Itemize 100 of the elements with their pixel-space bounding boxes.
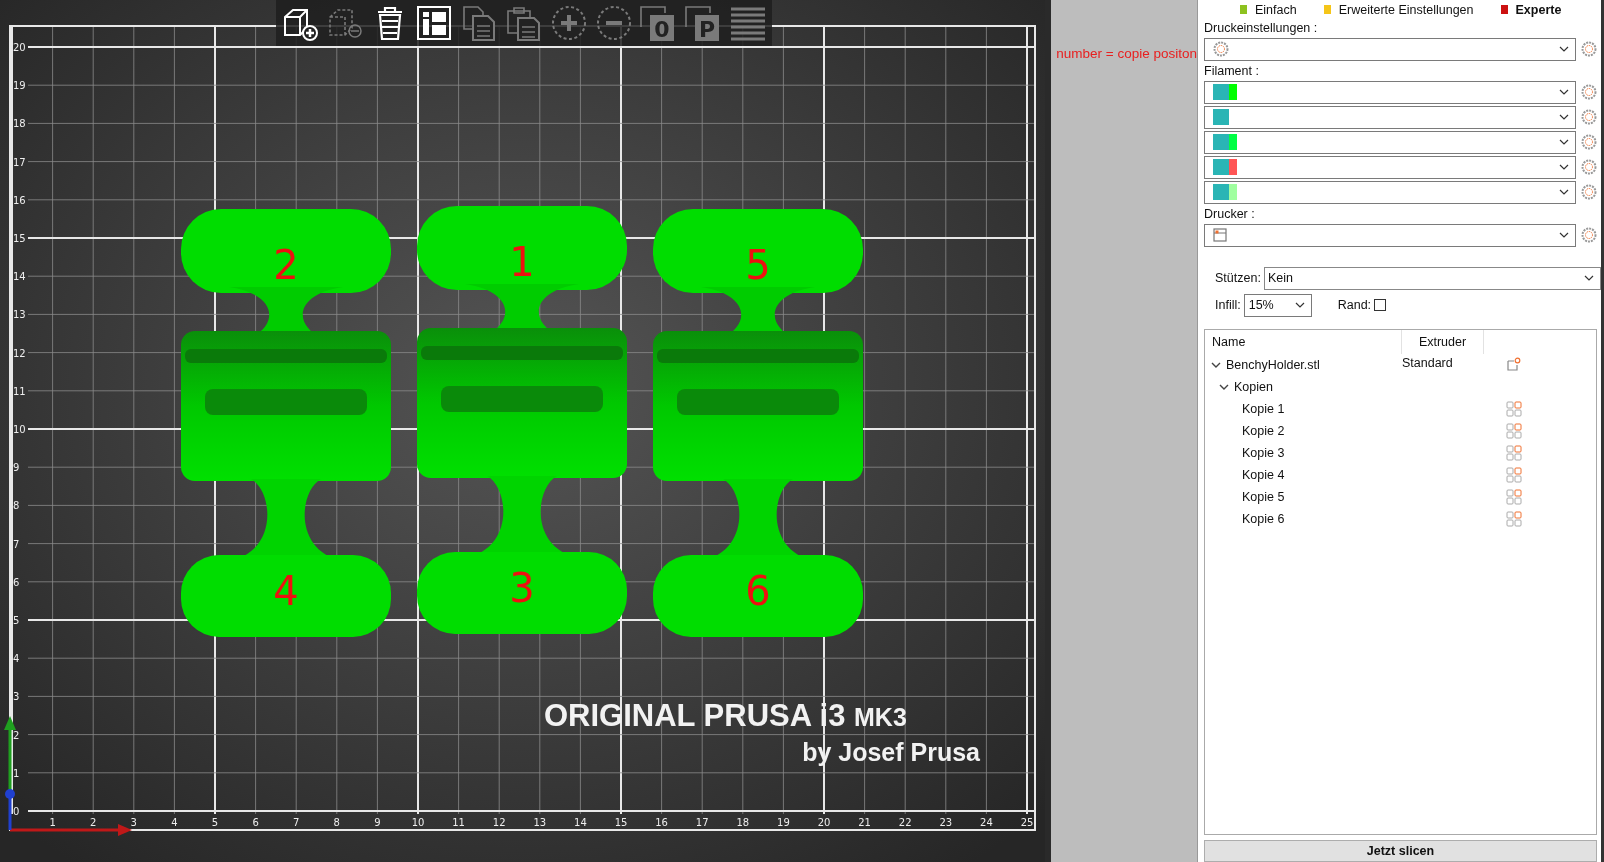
axis-label: 2 (90, 817, 97, 828)
field-label: Drucker : (1204, 206, 1256, 222)
filament-dropdown[interactable] (1204, 180, 1576, 204)
axis-label: 11 (13, 385, 26, 397)
copies-icon (1506, 400, 1522, 417)
axis-label: 3 (13, 691, 20, 703)
brim-checkbox[interactable] (1374, 299, 1387, 312)
axis-label: 18 (736, 817, 750, 828)
axis-label: 12 (492, 817, 506, 828)
chevron-icon (1583, 275, 1594, 282)
axis-label: 10 (411, 817, 425, 828)
axis-label: 19 (13, 80, 26, 92)
axis-label: 17 (13, 156, 26, 168)
axis-label: 13 (13, 309, 26, 321)
axis-label: 15 (614, 817, 628, 828)
copies-icon (1506, 488, 1522, 505)
field-label: Stützen: (1215, 271, 1261, 286)
axis-label: 10 (13, 424, 26, 435)
axis-label: 16 (13, 194, 26, 206)
chevron-icon (1559, 139, 1569, 146)
copy-number: 2 (273, 242, 299, 288)
axis-label: 2 (13, 729, 20, 741)
supports-dropdown[interactable]: Kein (1263, 266, 1601, 290)
tree-item[interactable]: Kopie 6 (1242, 511, 1285, 526)
chevron-icon (1559, 46, 1569, 53)
tree-item[interactable]: BenchyHolder.stl (1226, 357, 1320, 372)
print-settings-dropdown[interactable] (1204, 37, 1576, 61)
tree-item[interactable]: Kopie 5 (1242, 489, 1285, 504)
annotation-note: number = copie positon (1056, 46, 1197, 63)
infill-dropdown[interactable]: 15% (1243, 293, 1312, 317)
axis-label: 7 (13, 538, 20, 550)
tree-item[interactable]: Kopie 4 (1242, 467, 1285, 482)
field-label: Druckeinstellungen : (1204, 20, 1319, 36)
axis-label: 18 (13, 118, 26, 130)
mode-option[interactable]: Experte (1515, 2, 1562, 17)
mode-option[interactable]: Einfach (1255, 2, 1297, 17)
object-icon (1507, 356, 1521, 371)
tree-item[interactable]: Kopie 2 (1242, 423, 1285, 438)
bracket-drawing[interactable] (181, 209, 391, 637)
chevron-icon (1559, 164, 1569, 171)
gear-icon (1213, 41, 1229, 58)
filament-dropdown[interactable] (1204, 155, 1576, 179)
axis-label: 16 (655, 817, 668, 828)
axis-label: 24 (980, 817, 993, 828)
axis-label: 22 (898, 817, 912, 828)
copies-icon (1506, 510, 1522, 527)
printer-dropdown[interactable] (1204, 223, 1576, 247)
settings-icon[interactable] (1581, 84, 1597, 101)
axis-label: 14 (574, 817, 587, 828)
copies-icon (1506, 444, 1522, 461)
copy-number: 4 (273, 568, 299, 614)
field-label: Infill: (1215, 298, 1241, 313)
axis-label: 3 (130, 817, 137, 828)
tree-item[interactable]: Kopie 1 (1242, 401, 1285, 416)
axis-label: 9 (374, 817, 381, 828)
axis-label: 6 (13, 576, 20, 588)
axis-label: 23 (939, 817, 953, 828)
axis-label: 5 (211, 817, 219, 828)
settings-icon[interactable] (1581, 184, 1597, 201)
printer-icon (1213, 228, 1227, 243)
axis-label: 8 (13, 500, 20, 512)
copy-number: 6 (745, 568, 771, 614)
bracket-drawing[interactable] (417, 206, 627, 634)
copy-number: 1 (509, 239, 535, 285)
settings-icon[interactable] (1581, 109, 1597, 126)
settings-icon[interactable] (1581, 134, 1597, 151)
filament-dropdown[interactable] (1204, 130, 1576, 154)
settings-icon[interactable] (1581, 227, 1597, 244)
chevron-icon (1559, 89, 1569, 96)
axis-label: 21 (858, 817, 871, 828)
axis-label: 7 (293, 817, 300, 828)
chevron-icon (1559, 114, 1569, 121)
field-label: Filament : (1204, 63, 1260, 79)
tree-item[interactable]: Kopien (1234, 379, 1273, 394)
axis-label: 6 (252, 817, 259, 828)
settings-icon[interactable] (1581, 159, 1597, 176)
copy-number: 5 (745, 242, 771, 288)
tree-item[interactable]: Kopie 3 (1242, 445, 1285, 460)
axis-label: 4 (171, 817, 178, 828)
axis-label: 5 (13, 615, 20, 626)
axis-label: 12 (13, 347, 26, 359)
settings-icon[interactable] (1581, 41, 1597, 58)
axis-label: 15 (13, 233, 26, 244)
chevron-icon (1294, 302, 1305, 309)
axis-label: 1 (49, 817, 56, 828)
filament-dropdown[interactable] (1204, 80, 1576, 104)
slice-button[interactable]: Jetzt slicen (1204, 840, 1597, 862)
copy-number: 3 (509, 565, 535, 611)
axis-label: 4 (13, 653, 20, 665)
copies-icon (1506, 466, 1522, 483)
axis-label: 14 (13, 271, 26, 283)
axis-label: 0 (13, 806, 20, 817)
mode-option[interactable]: Erweiterte Einstellungen (1338, 2, 1474, 17)
axis-label: 25 (1020, 817, 1034, 828)
extruder-value: Standard (1402, 355, 1453, 370)
column-header: Name (1205, 329, 1402, 354)
copies-icon (1506, 422, 1522, 439)
filament-dropdown[interactable] (1204, 105, 1576, 129)
field-label: Rand: (1337, 298, 1372, 313)
bracket-drawing[interactable] (653, 209, 863, 637)
